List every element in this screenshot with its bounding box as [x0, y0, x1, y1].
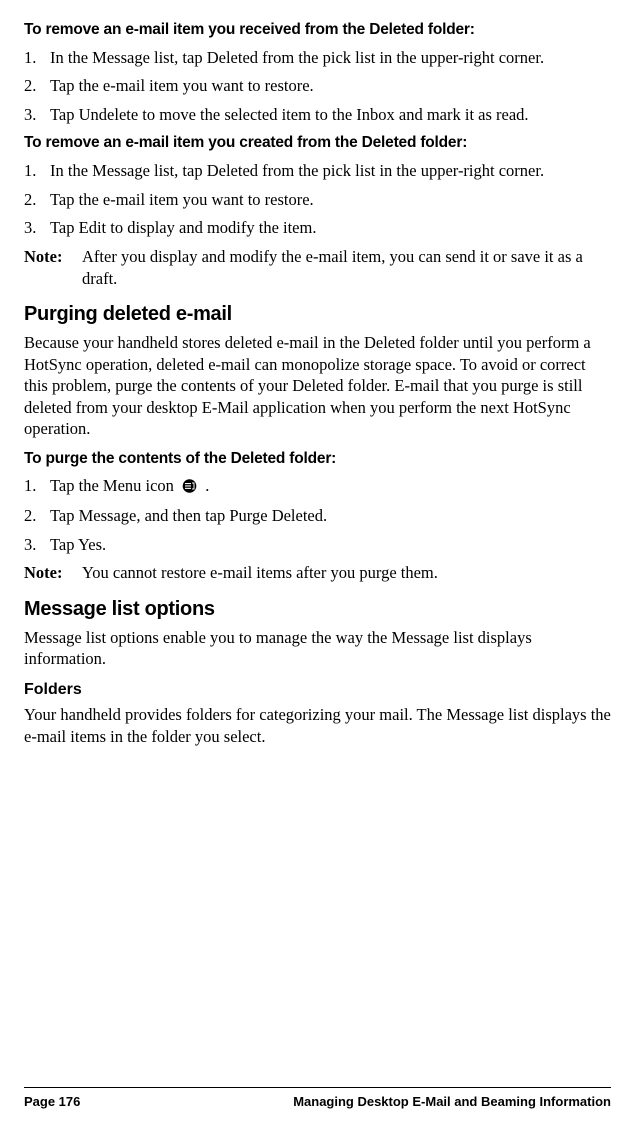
subsection-heading: Folders — [24, 679, 611, 701]
note-body: You cannot restore e-mail items after yo… — [82, 562, 611, 583]
note-label: Note: — [24, 246, 82, 289]
step-item: 3.Tap Edit to display and modify the ite… — [24, 217, 611, 238]
step-item: 3.Tap Undelete to move the selected item… — [24, 104, 611, 125]
menu-icon — [181, 477, 198, 498]
step-item: 3.Tap Yes. — [24, 534, 611, 555]
chapter-title: Managing Desktop E-Mail and Beaming Info… — [293, 1094, 611, 1109]
note-body: After you display and modify the e-mail … — [82, 246, 611, 289]
note: Note: After you display and modify the e… — [24, 246, 611, 289]
procedure-heading: To purge the contents of the Deleted fol… — [24, 449, 611, 470]
step-item: 1.In the Message list, tap Deleted from … — [24, 47, 611, 68]
section-heading: Message list options — [24, 596, 611, 623]
step-item: 2.Tap the e-mail item you want to restor… — [24, 189, 611, 210]
step-item: 2.Tap Message, and then tap Purge Delete… — [24, 505, 611, 526]
step-item: 1.In the Message list, tap Deleted from … — [24, 160, 611, 181]
body-paragraph: Message list options enable you to manag… — [24, 627, 611, 670]
note: Note: You cannot restore e-mail items af… — [24, 562, 611, 583]
step-list: 1.In the Message list, tap Deleted from … — [24, 47, 611, 125]
page-footer: Page 176 Managing Desktop E-Mail and Bea… — [24, 1087, 611, 1109]
page-number: Page 176 — [24, 1094, 80, 1109]
step-item: 1. Tap the Menu icon . — [24, 475, 611, 498]
step-item: 2.Tap the e-mail item you want to restor… — [24, 75, 611, 96]
note-label: Note: — [24, 562, 82, 583]
body-paragraph: Because your handheld stores deleted e-m… — [24, 332, 611, 439]
procedure-heading: To remove an e-mail item you created fro… — [24, 133, 611, 154]
section-heading: Purging deleted e-mail — [24, 301, 611, 328]
procedure-heading: To remove an e-mail item you received fr… — [24, 20, 611, 41]
body-paragraph: Your handheld provides folders for categ… — [24, 704, 611, 747]
step-list: 1.In the Message list, tap Deleted from … — [24, 160, 611, 238]
